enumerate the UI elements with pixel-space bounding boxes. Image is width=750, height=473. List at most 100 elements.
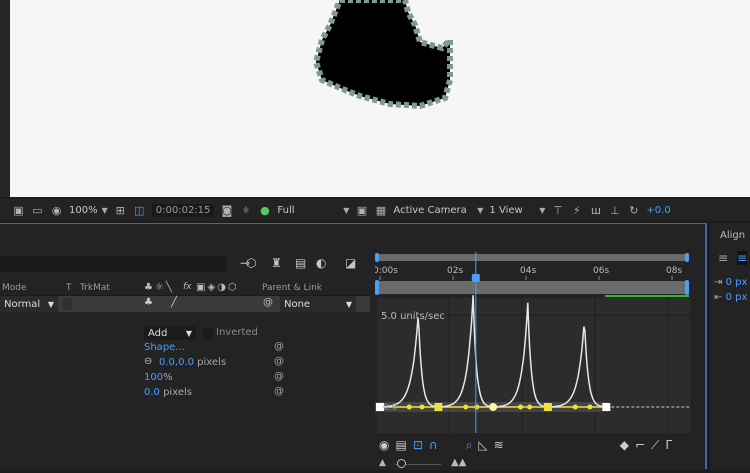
draft-3d-icon-glyph[interactable]: ⬡ [246, 256, 256, 270]
parent-dropdown[interactable]: None ▼ [280, 296, 356, 312]
frame-blending-icon[interactable]: ▤ [295, 256, 306, 270]
expression-pickwhip-icon[interactable]: @ [274, 356, 284, 367]
show-transform-box-icon[interactable]: ⊡ [413, 438, 423, 452]
channel-rgb-icon[interactable]: ● [258, 204, 271, 217]
mask-feather-value[interactable]: 0.0,0.0 [159, 357, 194, 368]
safe-zones-icon[interactable]: ⊞ [114, 204, 127, 217]
chevron-down-icon: ▼ [343, 205, 350, 215]
camera-dropdown[interactable]: Active Camera ▼ [393, 205, 483, 216]
separate-dimensions-icon[interactable]: ≋ [494, 438, 504, 452]
composition-viewer[interactable] [10, 0, 750, 197]
align-panel: Align ≡ ≡ ⇥ 0 px ⇤ 0 px [710, 223, 750, 469]
outdent-icon: ⇤ [714, 292, 723, 303]
quality-switch-icon[interactable]: ╱ [171, 297, 177, 308]
work-area-start [375, 280, 379, 295]
trkmat-checkbox[interactable] [62, 298, 72, 310]
indent-icon: ⇥ [714, 277, 723, 288]
mask-opacity-unit: % [163, 372, 173, 383]
keyframe-4 [602, 403, 611, 411]
pickwhip-icon[interactable]: @ [263, 297, 273, 308]
chevron-down-icon: ▼ [47, 299, 54, 309]
hold-keyframe-icon[interactable]: ⌐ [635, 438, 645, 452]
fast-previews-icon[interactable]: ⚡ [570, 204, 583, 217]
bezier-handle [463, 404, 469, 410]
keyframe-1 [434, 403, 443, 411]
expression-pickwhip-icon[interactable]: @ [274, 386, 284, 397]
navigator-end-handle [685, 253, 689, 262]
time-navigator-bar [377, 254, 689, 261]
work-area-bar [377, 281, 689, 294]
shy-switch-icon[interactable]: ♣ [144, 297, 153, 308]
resolution-dropdown[interactable]: Full ▼ [277, 205, 349, 216]
keyframe-icon[interactable]: ◆ [620, 438, 629, 452]
fit-all-icon[interactable]: ◺ [478, 438, 487, 452]
mask-view-icon[interactable]: ◉ [50, 204, 63, 217]
mask-expansion-unit: pixels [159, 387, 192, 398]
constrain-link-icon[interactable]: ⊖ [144, 356, 152, 367]
layer-row[interactable]: Normal ▼ ♣ ╱ @ None ▼ [0, 296, 370, 312]
mode-column: Mode [2, 283, 27, 293]
graph-editor-icon[interactable]: ◪ [345, 256, 356, 270]
timeline-icon[interactable]: ш [589, 204, 602, 217]
layer-search-input[interactable] [0, 256, 226, 272]
inverted-checkbox[interactable] [203, 327, 213, 339]
motion-blur-icon[interactable]: ◐ [316, 256, 326, 270]
view-layout-dropdown[interactable]: 1 View ▼ [489, 205, 545, 216]
transparency-grid-icon[interactable]: ▦ [374, 204, 387, 217]
mask-mode-value: Add [148, 327, 168, 339]
pixel-aspect-icon[interactable]: ⊤ [551, 204, 564, 217]
always-preview-icon[interactable]: ▣ [12, 204, 25, 217]
mask-expansion-value[interactable]: 0.0 [144, 387, 160, 398]
mask-mode-dropdown[interactable]: Add ▼ [144, 326, 196, 340]
navigator-start-handle [375, 253, 379, 262]
chevron-down-icon: ▼ [345, 299, 352, 309]
keyframe-2 [489, 403, 498, 411]
expression-pickwhip-icon[interactable]: @ [274, 371, 284, 382]
flowchart-icon[interactable]: ⊥ [608, 204, 621, 217]
blend-mode-value: Normal [4, 298, 41, 310]
linear-keyframe-icon[interactable]: ⟋ [651, 438, 659, 453]
zoom-dropdown[interactable]: 100% ▼ [69, 205, 108, 216]
ruler-label-2: 04s [520, 266, 536, 276]
region-of-interest-icon[interactable]: ▣ [355, 204, 368, 217]
monitor-icon[interactable]: ▭ [31, 204, 44, 217]
mask-opacity-value[interactable]: 100 [144, 372, 163, 383]
current-time-field[interactable]: 0:00:02:15 [151, 203, 215, 217]
shy-layers-icon[interactable]: ♜ [271, 256, 282, 270]
mask-visibility-icon[interactable]: ◫ [133, 204, 146, 217]
zoom-slider-handle[interactable] [397, 459, 406, 468]
switches-icons-2: ▣◈◑⬡ [196, 282, 239, 293]
snapshot-camera-icon[interactable]: ◙ [220, 204, 233, 217]
blend-mode-dropdown[interactable]: Normal ▼ [0, 296, 58, 312]
graph-editor[interactable]: 0:00s 02s 04s 06s 08s 5.0 units/sec 0.0 ◉ ▤ … [373, 252, 705, 470]
ruler-label-4: 08s [666, 266, 682, 276]
parent-value: None [284, 298, 311, 310]
exposure-value[interactable]: +0.0 [646, 205, 670, 216]
trkmat-column: TrkMat [80, 283, 110, 293]
graph-label-top: 5.0 units/sec [381, 311, 445, 322]
viewer-toolbar: ▣ ▭ ◉ 100% ▼ ⊞ ◫ 0:00:02:15 ◙ ♦ ● Full ▼ ▣… [0, 199, 750, 221]
fit-selection-icon[interactable]: ⌕ [466, 438, 473, 453]
exposure-reset-icon[interactable]: ↻ [627, 204, 640, 217]
preserve-transparency-column: T [66, 283, 72, 293]
mask-path-value[interactable]: Shape... [144, 342, 185, 353]
camera-value: Active Camera [393, 204, 467, 216]
snap-icon[interactable]: ∩ [429, 438, 438, 452]
work-area-end [685, 280, 689, 295]
expression-pickwhip-icon[interactable]: @ [274, 341, 284, 352]
bezier-handle [518, 404, 524, 410]
bezier-handle [572, 404, 578, 410]
chevron-down-icon: ▼ [539, 205, 546, 215]
auto-bezier-icon[interactable]: Γ [665, 438, 672, 452]
fx-column: fx [183, 282, 192, 292]
parent-link-column: Parent & Link [262, 283, 322, 293]
align-left-icon[interactable]: ≡ [718, 251, 728, 265]
outdent-value[interactable]: 0 px [726, 292, 748, 303]
graph-options-icon[interactable]: ▤ [395, 438, 406, 452]
indent-value[interactable]: 0 px [726, 277, 748, 288]
zoom-out-icon[interactable]: ▲ [379, 458, 386, 468]
show-snapshot-icon[interactable]: ♦ [239, 204, 252, 217]
show-properties-icon[interactable]: ◉ [379, 438, 389, 452]
zoom-in-icon[interactable]: ▲▲ [451, 457, 466, 468]
align-center-icon[interactable]: ≡ [737, 251, 748, 265]
